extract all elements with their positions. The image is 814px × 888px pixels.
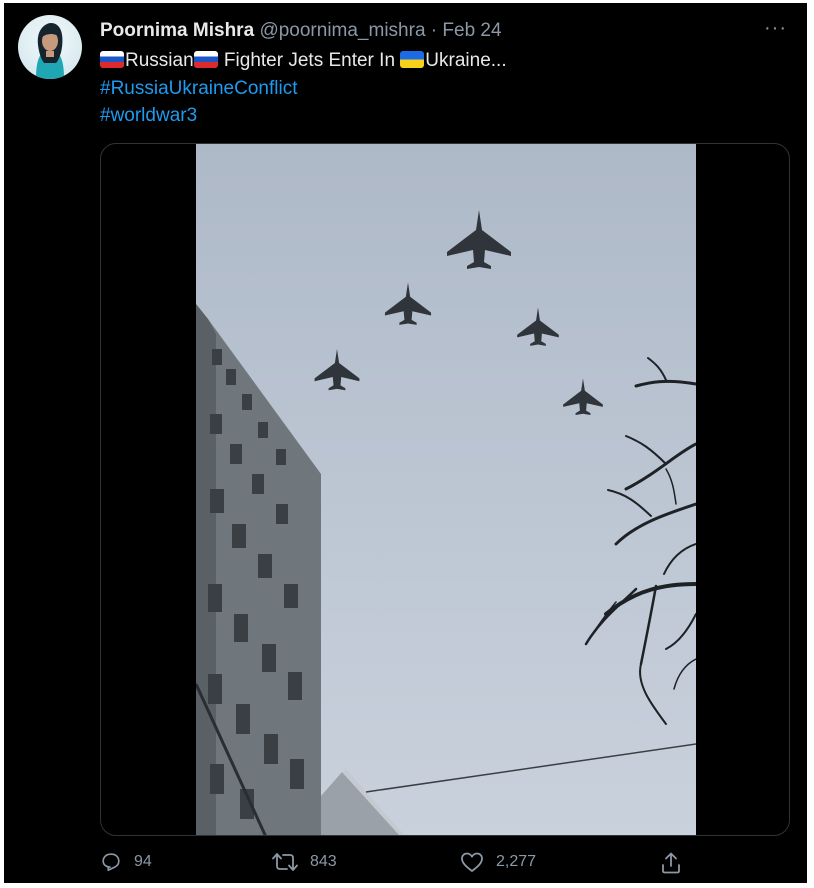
tweet-text-middle: Fighter Jets Enter In bbox=[218, 50, 401, 71]
retweet-button[interactable]: 843 bbox=[272, 851, 337, 873]
reply-button[interactable]: 94 bbox=[100, 851, 152, 873]
like-count: 2,277 bbox=[496, 853, 537, 870]
ukraine-flag-icon bbox=[400, 51, 425, 68]
video-frame bbox=[196, 144, 696, 835]
author-display-name[interactable]: Poornima Mishra bbox=[100, 20, 254, 41]
reply-count: 94 bbox=[134, 853, 152, 870]
retweet-count: 843 bbox=[310, 853, 337, 870]
tweet-text-ukraine: Ukraine... bbox=[425, 50, 507, 71]
author-handle[interactable]: @poornima_mishra bbox=[259, 20, 425, 41]
reply-icon bbox=[102, 853, 120, 872]
tweet-text-line: Russian Fighter Jets Enter In Ukraine... bbox=[100, 47, 507, 75]
tweet-actions: 94 843 2,277 bbox=[100, 851, 790, 881]
share-button[interactable] bbox=[660, 851, 694, 875]
hashtag-worldwar3[interactable]: #worldwar3 bbox=[100, 102, 507, 130]
avatar-image bbox=[36, 23, 64, 79]
author-avatar[interactable] bbox=[18, 15, 82, 79]
retweet-icon bbox=[272, 853, 298, 871]
like-button[interactable]: 2,277 bbox=[460, 851, 536, 873]
header-separator: · bbox=[430, 20, 438, 41]
tweet-text-russian: Russian bbox=[125, 50, 194, 71]
tweet-date[interactable]: Feb 24 bbox=[442, 20, 501, 41]
tweet-text: Russian Fighter Jets Enter In Ukraine...… bbox=[100, 47, 507, 130]
tweet-card[interactable]: Poornima Mishra @poornima_mishra · Feb 2… bbox=[4, 3, 807, 883]
russia-flag-icon bbox=[193, 51, 218, 68]
russia-flag-icon bbox=[100, 51, 124, 68]
tweet-media-video[interactable] bbox=[100, 143, 790, 836]
heart-icon bbox=[461, 852, 483, 872]
tweet-header: Poornima Mishra @poornima_mishra · Feb 2… bbox=[100, 19, 502, 43]
more-options-icon[interactable]: ··· bbox=[764, 17, 787, 40]
share-icon bbox=[662, 852, 680, 874]
hashtag-russia-ukraine-conflict[interactable]: #RussiaUkraineConflict bbox=[100, 75, 507, 103]
